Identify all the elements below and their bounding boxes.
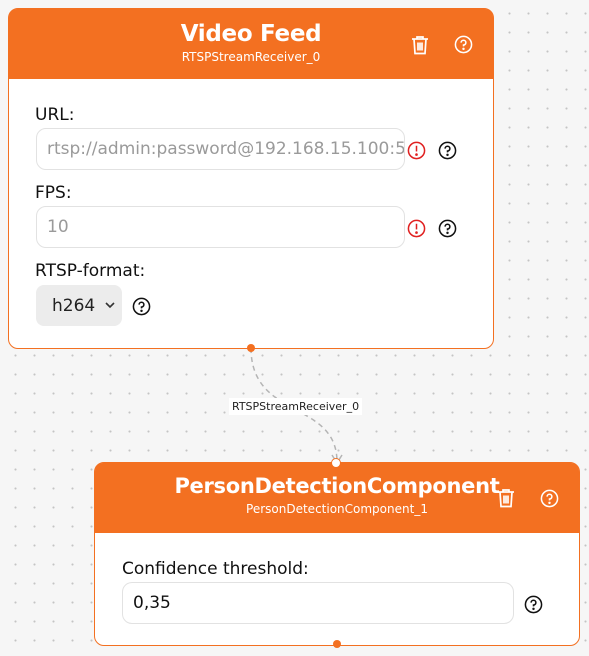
- help-circle-icon[interactable]: [437, 218, 457, 238]
- rtsp-format-select[interactable]: h264: [36, 285, 122, 326]
- select-value: h264: [52, 295, 96, 316]
- help-circle-icon[interactable]: [539, 488, 559, 508]
- help-circle-icon[interactable]: [523, 594, 543, 614]
- error-circle-icon: [406, 140, 426, 160]
- chevron-down-icon: [105, 302, 115, 309]
- error-circle-icon: [406, 218, 426, 238]
- fps-field[interactable]: 10: [36, 206, 405, 248]
- input-handle[interactable]: [331, 458, 341, 468]
- video-feed-node[interactable]: Video Feed RTSPStreamReceiver_0 URL: rts…: [8, 8, 494, 352]
- confidence-threshold-label: Confidence threshold:: [122, 559, 309, 579]
- fps-label: FPS:: [35, 183, 72, 203]
- url-label: URL:: [35, 105, 75, 125]
- help-circle-icon[interactable]: [131, 296, 151, 316]
- output-handle[interactable]: [247, 344, 255, 352]
- trash-icon[interactable]: [410, 34, 430, 56]
- node-header[interactable]: PersonDetectionComponent PersonDetection…: [95, 463, 579, 533]
- confidence-threshold-field[interactable]: 0,35: [122, 582, 514, 624]
- output-handle[interactable]: [333, 640, 341, 648]
- trash-icon[interactable]: [496, 487, 516, 509]
- rtsp-format-label: RTSP-format:: [35, 261, 146, 281]
- edge-label: RTSPStreamReceiver_0: [229, 398, 363, 415]
- person-detection-node[interactable]: PersonDetectionComponent PersonDetection…: [94, 458, 580, 648]
- help-circle-icon[interactable]: [437, 140, 457, 160]
- help-circle-icon[interactable]: [453, 34, 473, 54]
- node-header[interactable]: Video Feed RTSPStreamReceiver_0: [9, 9, 493, 79]
- url-field[interactable]: rtsp://admin:password@192.168.15.100:554: [36, 128, 405, 170]
